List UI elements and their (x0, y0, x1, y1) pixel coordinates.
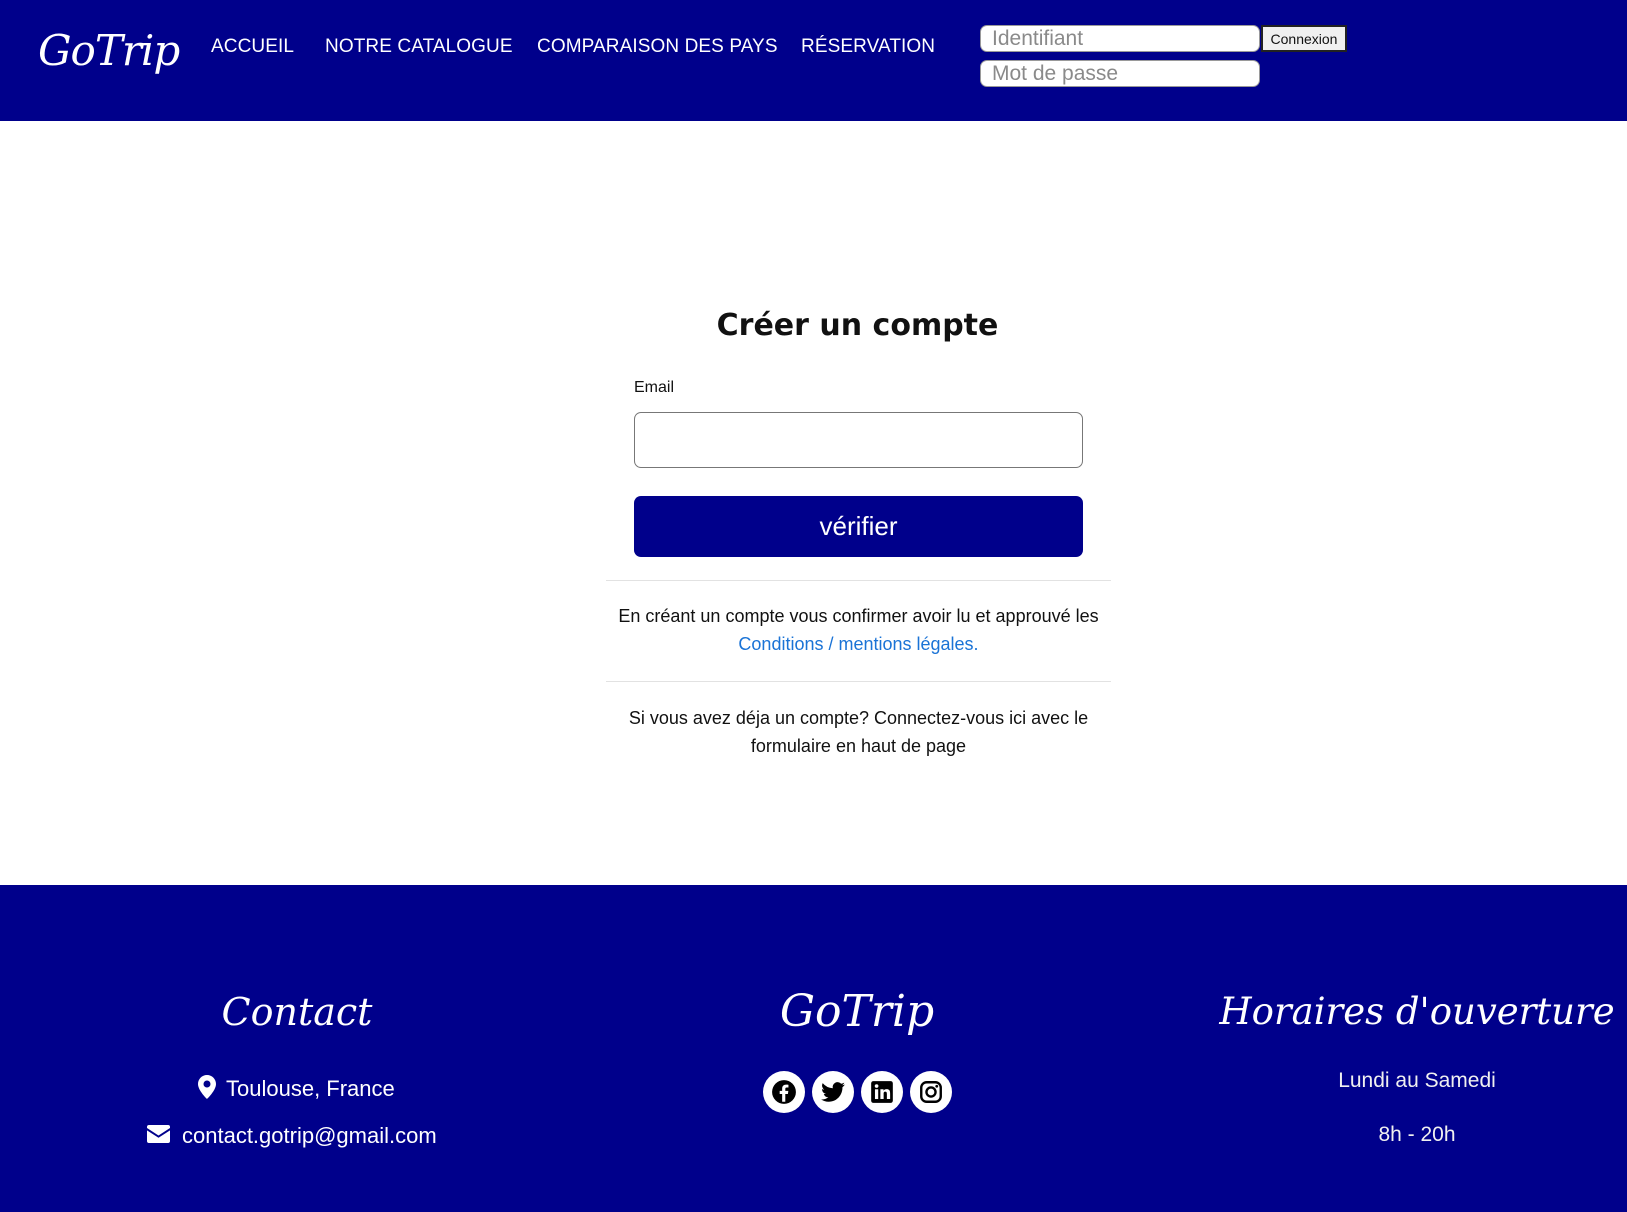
contact-email-link[interactable]: contact.gotrip@gmail.com (182, 1123, 437, 1148)
terms-notice: En créant un compte vous confirmer avoir… (606, 602, 1111, 658)
contact-heading: Contact (221, 990, 373, 1034)
password-input[interactable] (980, 60, 1260, 87)
divider (606, 580, 1111, 581)
top-navbar: GoTrip ACCUEIL NOTRE CATALOGUE COMPARAIS… (0, 0, 1627, 121)
nav-reservation[interactable]: RÉSERVATION (801, 36, 935, 58)
login-button[interactable]: Connexion (1261, 25, 1347, 52)
linkedin-icon[interactable] (861, 1071, 903, 1113)
divider (606, 681, 1111, 682)
email-field[interactable] (634, 412, 1083, 468)
instagram-icon[interactable] (910, 1071, 952, 1113)
twitter-icon[interactable] (812, 1071, 854, 1113)
hours-time: 8h - 20h (1378, 1123, 1456, 1146)
nav-accueil[interactable]: ACCUEIL (211, 36, 294, 58)
terms-text: En créant un compte vous confirmer avoir… (618, 606, 1099, 626)
page-title: Créer un compte (716, 308, 999, 343)
location-row: Toulouse, France (198, 1075, 395, 1105)
username-input[interactable] (980, 25, 1260, 52)
email-label: Email (634, 379, 675, 396)
hours-heading: Horaires d'ouverture (1219, 990, 1615, 1033)
existing-account-notice: Si vous avez déja un compte? Connectez-v… (628, 708, 1089, 756)
footer-logo: GoTrip (779, 986, 935, 1037)
nav-comparaison[interactable]: COMPARAISON DES PAYS (537, 36, 778, 58)
hours-days: Lundi au Samedi (1338, 1069, 1496, 1092)
location-text: Toulouse, France (226, 1076, 395, 1101)
email-row: contact.gotrip@gmail.com (147, 1123, 437, 1149)
map-pin-icon (198, 1075, 216, 1105)
terms-link[interactable]: Conditions / mentions légales. (738, 634, 978, 654)
logo[interactable]: GoTrip (38, 26, 180, 75)
verify-button[interactable]: vérifier (634, 496, 1083, 557)
envelope-icon (147, 1123, 170, 1149)
facebook-icon[interactable] (763, 1071, 805, 1113)
nav-catalogue[interactable]: NOTRE CATALOGUE (325, 36, 513, 58)
footer (0, 885, 1627, 1212)
